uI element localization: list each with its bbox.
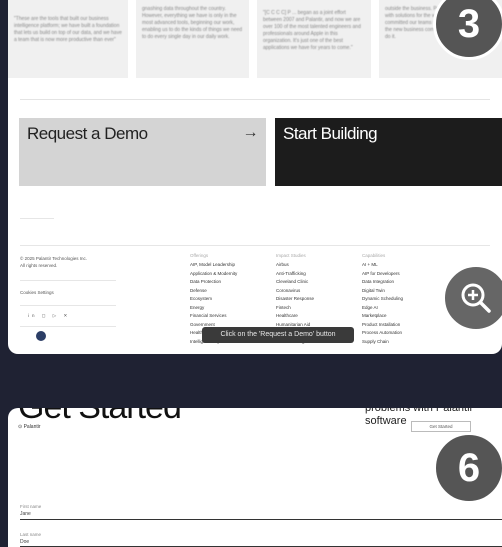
footer-line-a — [20, 280, 116, 281]
footer-link[interactable]: Edge AI — [362, 304, 403, 313]
footer-line-c — [20, 326, 116, 327]
quote-text-1: "These are the tools that built our busi… — [14, 16, 122, 43]
request-demo-label: Request a Demo — [27, 124, 148, 143]
page-title: Get Started — [18, 408, 182, 427]
footer-link[interactable]: Digital Twin — [362, 287, 403, 296]
footer-link[interactable]: Defense — [190, 287, 237, 296]
footer-link[interactable]: Data Protection — [190, 278, 237, 287]
footer-link[interactable]: Product Installation — [362, 321, 403, 330]
quote-text-3: "[C C C C] P ... began as a joint effort… — [263, 10, 361, 51]
first-name-label: First name — [20, 504, 42, 509]
arrow-right-icon: → — [242, 124, 259, 141]
footer-link[interactable]: AIP for Developers — [362, 270, 403, 279]
footer-link[interactable]: Airbus — [276, 261, 314, 270]
quote-text-2: gnashing data throughout the country. Ho… — [142, 6, 243, 40]
footer-link[interactable]: Application & Modernity — [190, 270, 237, 279]
cookies-settings-link[interactable]: Cookies Settings — [20, 290, 54, 296]
quote-card-3: "[C C C C] P ... began as a joint effort… — [257, 0, 371, 78]
footer-link[interactable]: Disaster Response — [276, 295, 314, 304]
request-demo-button[interactable]: Request a Demo → — [19, 118, 266, 186]
footer-copyright: © 2025 Palantir Technologies Inc. — [20, 256, 88, 261]
footer-top-line — [20, 245, 490, 246]
footer-link[interactable]: AIP, Model Leadership — [190, 261, 237, 270]
footer-column-header: Capabilities — [362, 253, 386, 258]
footer-link[interactable]: Dynamic Scheduling — [362, 295, 403, 304]
first-name-field[interactable]: Jane — [20, 511, 31, 517]
social-icons[interactable]: in ◻ ▷ ✕ — [28, 313, 70, 319]
footer-link[interactable]: Energy — [190, 304, 237, 313]
last-name-label: Last name — [20, 532, 42, 537]
step-number-badge: 6 — [433, 432, 502, 504]
last-name-field[interactable]: Doe — [20, 539, 29, 545]
upper-page-screenshot: "These are the tools that built our busi… — [8, 0, 502, 354]
footer-line-b — [20, 305, 116, 306]
section-divider — [20, 99, 490, 100]
footer-divider — [20, 218, 54, 219]
footer-link[interactable]: Supply Chain — [362, 338, 403, 347]
footer-column-header: Offerings — [190, 253, 209, 258]
quote-card-2: gnashing data throughout the country. Ho… — [136, 0, 249, 78]
footer-rights: All rights reserved. — [20, 263, 58, 268]
footer-link[interactable]: Anti-Trafficking — [276, 270, 314, 279]
footer-link[interactable]: Ecosystem — [190, 295, 237, 304]
zoom-in-icon — [461, 283, 491, 313]
lower-page-screenshot: Get Started ⊙ Palantir problems with Pal… — [8, 408, 502, 547]
footer-link[interactable]: Coronavirus — [276, 287, 314, 296]
quote-card-1: "These are the tools that built our busi… — [8, 0, 128, 78]
cursor-indicator — [35, 330, 47, 342]
footer-link[interactable]: Data Integration — [362, 278, 403, 287]
footer-link[interactable]: Process Automation — [362, 329, 403, 338]
footer-column-header: Impact Studies — [276, 253, 306, 258]
footer-link[interactable]: AI + ML — [362, 261, 403, 270]
instruction-tooltip: Click on the 'Request a Demo' button — [202, 327, 354, 343]
first-name-underline — [20, 519, 502, 520]
footer-column-capabilities: Capabilities AI + ML AIP for Developers … — [362, 253, 403, 346]
palantir-logo: ⊙ Palantir — [18, 424, 41, 430]
footer-link[interactable]: Financial Services — [190, 312, 237, 321]
get-started-button[interactable]: Get Started — [411, 421, 471, 432]
footer-link[interactable]: Healthcare — [276, 312, 314, 321]
zoom-in-button[interactable] — [442, 264, 502, 332]
start-building-label: Start Building — [283, 124, 378, 143]
footer-link[interactable]: Cleveland Clinic — [276, 278, 314, 287]
footer-link[interactable]: Fintech — [276, 304, 314, 313]
footer-link[interactable]: Marketplace — [362, 312, 403, 321]
start-building-button[interactable]: Start Building — [275, 118, 502, 186]
